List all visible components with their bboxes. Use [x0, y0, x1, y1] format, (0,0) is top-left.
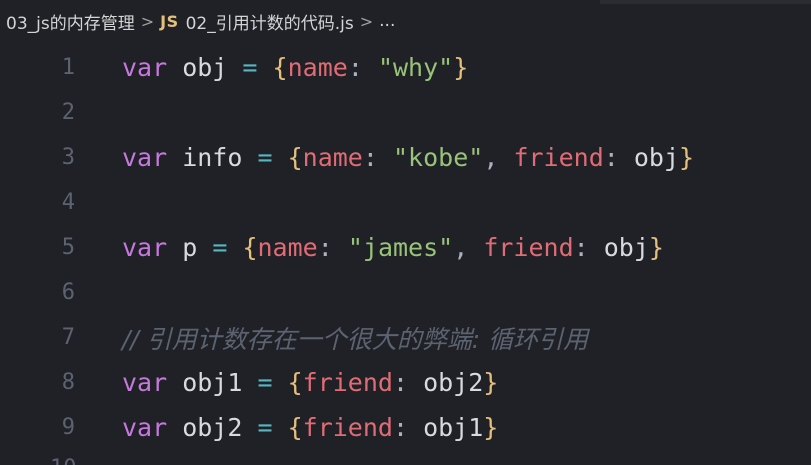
breadcrumb: 03_js的内存管理 > JS 02_引用计数的代码.js > ...: [0, 0, 811, 42]
code-token: var: [122, 368, 168, 397]
code-token: obj1: [167, 368, 258, 397]
code-token: var: [122, 413, 168, 442]
code-text[interactable]: // 引用计数存在一个很大的弊端: 循环引用: [122, 320, 588, 356]
code-token: friend: [302, 368, 393, 397]
code-token: obj2: [167, 413, 258, 442]
code-token: obj: [167, 53, 243, 82]
breadcrumb-symbols[interactable]: ...: [379, 11, 395, 31]
code-token: =: [257, 143, 273, 172]
code-line[interactable]: 6: [0, 270, 811, 315]
line-number: 7: [61, 325, 75, 350]
code-token: var: [122, 233, 168, 262]
code-token: =: [212, 233, 228, 262]
code-token: }: [453, 53, 469, 82]
code-text[interactable]: var obj2 = {friend: obj1}: [122, 413, 498, 442]
code-text[interactable]: var obj = {name: "why"}: [122, 53, 468, 82]
code-text[interactable]: var p = {name: "james", friend: obj}: [122, 233, 664, 262]
code-token: "why": [377, 53, 454, 82]
code-token: :: [317, 233, 333, 262]
code-line[interactable]: 1 var obj = {name: "why"}: [0, 45, 811, 90]
code-token: {: [242, 233, 258, 262]
code-token: obj: [618, 143, 680, 172]
code-token: obj2: [408, 368, 484, 397]
code-line[interactable]: 8 var obj1 = {friend: obj2}: [0, 360, 811, 405]
code-token: var: [122, 53, 168, 82]
code-line[interactable]: 4: [0, 180, 811, 225]
breadcrumb-folder[interactable]: 03_js的内存管理: [6, 9, 135, 34]
line-number: 6: [61, 280, 75, 305]
code-token: {: [287, 413, 303, 442]
code-token: friend: [483, 233, 574, 262]
code-token: // 引用计数存在一个很大的弊端: 循环引用: [122, 324, 589, 354]
code-editor[interactable]: 03_js的内存管理 > JS 02_引用计数的代码.js > ... 1 var…: [0, 0, 811, 465]
code-token: ,: [453, 233, 469, 262]
code-token: :: [392, 368, 409, 397]
line-number: 3: [61, 145, 75, 170]
chevron-right-icon: >: [140, 11, 155, 31]
code-token: info: [167, 143, 258, 172]
code-token: }: [679, 143, 695, 172]
code-token: name: [257, 233, 318, 262]
code-token: obj: [588, 233, 649, 262]
code-token: :: [362, 143, 378, 172]
code-line[interactable]: 7 // 引用计数存在一个很大的弊端: 循环引用: [0, 315, 811, 360]
code-token: }: [648, 233, 664, 262]
code-area[interactable]: 1 var obj = {name: "why"} 2 3 var info = {na…: [0, 45, 811, 450]
code-token: friend: [302, 413, 393, 442]
code-token: "james": [347, 233, 454, 262]
code-token: obj1: [408, 413, 484, 442]
code-token: :: [603, 143, 619, 172]
line-number: 5: [61, 235, 75, 260]
javascript-file-icon: JS: [160, 11, 179, 31]
code-token: name: [287, 53, 348, 82]
code-line[interactable]: 9 var obj2 = {friend: obj1}: [0, 405, 811, 450]
code-token: "kobe": [393, 143, 484, 172]
code-token: var: [122, 143, 168, 172]
code-token: }: [483, 368, 499, 397]
line-number: 2: [61, 100, 75, 125]
line-number: 4: [61, 190, 75, 215]
code-line[interactable]: 3 var info = {name: "kobe", friend: obj}: [0, 135, 811, 180]
code-token: friend: [513, 143, 604, 172]
line-number: 1: [61, 55, 75, 80]
line-number: 8: [61, 370, 75, 395]
code-text[interactable]: var info = {name: "kobe", friend: obj}: [122, 143, 694, 172]
code-token: {: [272, 53, 288, 82]
code-token: name: [302, 143, 363, 172]
code-token: p: [167, 233, 213, 262]
code-token: {: [287, 143, 303, 172]
code-token: =: [257, 413, 273, 442]
breadcrumb-file[interactable]: 02_引用计数的代码.js: [186, 9, 354, 34]
code-token: =: [242, 53, 258, 82]
code-token: }: [483, 413, 499, 442]
line-number: 10: [50, 458, 80, 465]
chevron-right-icon: >: [359, 11, 374, 31]
code-token: =: [257, 368, 273, 397]
code-line[interactable]: 2: [0, 90, 811, 135]
code-token: {: [287, 368, 303, 397]
line-number: 9: [61, 415, 75, 440]
code-line[interactable]: 5 var p = {name: "james", friend: obj}: [0, 225, 811, 270]
code-token: :: [573, 233, 589, 262]
code-token: :: [347, 53, 363, 82]
code-token: ,: [483, 143, 499, 172]
code-token: :: [392, 413, 409, 442]
code-text[interactable]: var obj1 = {friend: obj2}: [122, 368, 498, 397]
